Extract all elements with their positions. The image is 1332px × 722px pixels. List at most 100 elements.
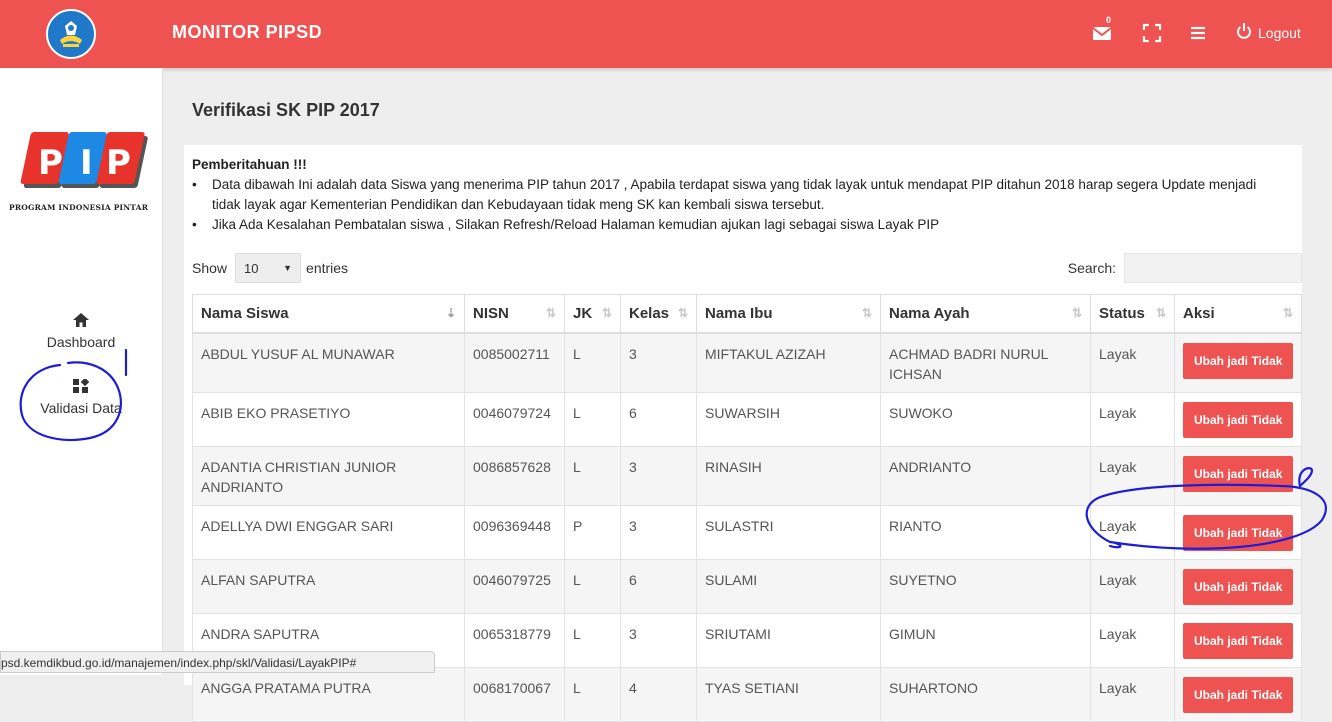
content-panel: Pemberitahuan !!! Data dibawah Ini adala… — [184, 145, 1302, 722]
cell-aksi: Ubah jadi Tidak — [1174, 446, 1302, 506]
mail-count-badge: 0 — [1106, 15, 1112, 25]
logout-button[interactable]: Logout — [1236, 22, 1301, 43]
home-icon — [0, 313, 162, 330]
mail-icon[interactable] — [1091, 22, 1113, 44]
caret-down-icon: ▼ — [283, 263, 293, 273]
sidebar-item-dashboard[interactable]: Dashboard — [0, 313, 162, 350]
entries-label: entries — [306, 260, 349, 276]
cell-nisn: 0046079724 — [464, 392, 565, 447]
top-bar: MONITOR PIPSD 0 Logout — [0, 0, 1332, 68]
search-label: Search: — [1067, 260, 1116, 276]
cell-nama: ABDUL YUSUF AL MUNAWAR — [192, 332, 465, 393]
cell-aksi: Ubah jadi Tidak — [1174, 667, 1302, 722]
notice-item: Data dibawah Ini adalah data Siswa yang … — [192, 175, 1282, 215]
svg-text:P: P — [106, 143, 131, 183]
cell-kelas: 3 — [620, 332, 697, 393]
ubah-jadi-tidak-button[interactable]: Ubah jadi Tidak — [1183, 569, 1294, 605]
column-header-nama-ayah[interactable]: Nama Ayah ⇅ — [880, 294, 1091, 334]
column-label: Aksi — [1183, 305, 1215, 322]
sort-icon: ⇅ — [601, 306, 612, 320]
table-row: ABDUL YUSUF AL MUNAWAR 0085002711 L 3 MI… — [192, 332, 1302, 393]
app-title: MONITOR PIPSD — [172, 22, 323, 42]
sort-icon: ⇅ — [1155, 306, 1166, 320]
cell-ibu: SRIUTAMI — [696, 613, 881, 668]
column-header-nama-ibu[interactable]: Nama Ibu ⇅ — [696, 294, 881, 334]
sidebar-item-validasi-data[interactable]: Validasi Data — [0, 377, 162, 416]
cell-ibu: SULASTRI — [696, 505, 881, 560]
cell-nama: ADELLYA DWI ENGGAR SARI — [192, 505, 465, 560]
grid-icon — [0, 377, 162, 396]
column-header-jk[interactable]: JK ⇅ — [564, 294, 621, 334]
cell-jk: P — [564, 505, 621, 560]
cell-nama: ADANTIA CHRISTIAN JUNIOR ANDRIANTO — [192, 446, 465, 506]
entries-select[interactable]: 10 ▼ — [235, 253, 302, 283]
svg-text:I: I — [80, 143, 93, 183]
cell-nisn: 0085002711 — [464, 332, 565, 393]
cell-ayah: SUHARTONO — [880, 667, 1091, 722]
sort-icon: ⇅ — [545, 306, 556, 320]
cell-nama: ABIB EKO PRASETIYO — [192, 392, 465, 447]
logout-label: Logout — [1258, 24, 1301, 41]
cell-kelas: 6 — [620, 392, 697, 447]
cell-status: Layak — [1090, 332, 1175, 393]
cell-aksi: Ubah jadi Tidak — [1174, 559, 1302, 614]
page-title: Verifikasi SK PIP 2017 — [192, 100, 380, 120]
column-header-aksi[interactable]: Aksi ⇅ — [1174, 294, 1302, 334]
cell-ibu: MIFTAKUL AZIZAH — [696, 332, 881, 393]
search-control: Search: — [1068, 253, 1302, 283]
cell-ayah: ANDRIANTO — [880, 446, 1091, 506]
cell-kelas: 4 — [620, 667, 697, 722]
ubah-jadi-tidak-button[interactable]: Ubah jadi Tidak — [1183, 677, 1294, 713]
cell-ibu: SUWARSIH — [696, 392, 881, 447]
power-icon — [1236, 22, 1252, 43]
cell-nama: ANGGA PRATAMA PUTRA — [192, 667, 465, 722]
pip-logo-caption: PROGRAM INDONESIA PINTAR — [9, 203, 149, 212]
cell-status: Layak — [1090, 446, 1175, 506]
cell-ayah: SUWOKO — [880, 392, 1091, 447]
column-label: Nama Ibu — [705, 305, 773, 322]
main-content: Verifikasi SK PIP 2017 Pemberitahuan !!!… — [163, 68, 1332, 722]
cell-status: Layak — [1090, 392, 1175, 447]
search-input[interactable] — [1124, 253, 1302, 283]
menu-icon[interactable] — [1187, 22, 1209, 44]
cell-kelas: 3 — [620, 446, 697, 506]
column-label: NISN — [473, 305, 509, 322]
notice-box: Pemberitahuan !!! Data dibawah Ini adala… — [192, 155, 1282, 235]
cell-ayah: ACHMAD BADRI NURUL ICHSAN — [880, 332, 1091, 393]
cell-aksi: Ubah jadi Tidak — [1174, 332, 1302, 393]
sort-icon: ⇅ — [861, 306, 872, 320]
cell-ibu: SULAMI — [696, 559, 881, 614]
sidebar-item-label: Validasi Data — [40, 400, 122, 416]
cell-ayah: GIMUN — [880, 613, 1091, 668]
column-label: Kelas — [629, 305, 670, 322]
sort-icon: ⇅ — [1282, 306, 1293, 320]
cell-ayah: SUYETNO — [880, 559, 1091, 614]
column-header-status[interactable]: Status ⇅ — [1090, 294, 1175, 334]
ubah-jadi-tidak-button[interactable]: Ubah jadi Tidak — [1183, 456, 1294, 492]
table-row: ANGGA PRATAMA PUTRA 0068170067 L 4 TYAS … — [192, 667, 1302, 722]
ubah-jadi-tidak-button[interactable]: Ubah jadi Tidak — [1183, 515, 1294, 551]
column-header-nisn[interactable]: NISN ⇅ — [464, 294, 565, 334]
cell-ibu: RINASIH — [696, 446, 881, 506]
ubah-jadi-tidak-button[interactable]: Ubah jadi Tidak — [1183, 623, 1294, 659]
table-row: ALFAN SAPUTRA 0046079725 L 6 SULAMI SUYE… — [192, 559, 1302, 614]
svg-text:P: P — [38, 143, 63, 183]
notice-title: Pemberitahuan !!! — [192, 157, 307, 172]
entries-select-value: 10 — [244, 260, 259, 276]
sort-icon: ⇅ — [677, 306, 688, 320]
ubah-jadi-tidak-button[interactable]: Ubah jadi Tidak — [1183, 402, 1294, 438]
show-label: Show — [192, 260, 228, 276]
column-label: Nama Siswa — [201, 305, 289, 322]
column-label: Nama Ayah — [889, 305, 970, 322]
kemdikbud-logo[interactable] — [46, 9, 96, 59]
status-url-bar: psd.kemdikbud.go.id/manajemen/index.php/… — [0, 651, 435, 673]
ubah-jadi-tidak-button[interactable]: Ubah jadi Tidak — [1183, 343, 1294, 379]
table-row: ADANTIA CHRISTIAN JUNIOR ANDRIANTO 00868… — [192, 446, 1302, 506]
cell-nama: ALFAN SAPUTRA — [192, 559, 465, 614]
entries-length-control: Show 10 ▼ entries — [192, 253, 348, 283]
fullscreen-icon[interactable] — [1141, 22, 1163, 44]
cell-nisn: 0065318779 — [464, 613, 565, 668]
column-header-nama-siswa[interactable]: Nama Siswa ⇣ — [192, 294, 465, 334]
column-header-kelas[interactable]: Kelas ⇅ — [620, 294, 697, 334]
cell-aksi: Ubah jadi Tidak — [1174, 613, 1302, 668]
